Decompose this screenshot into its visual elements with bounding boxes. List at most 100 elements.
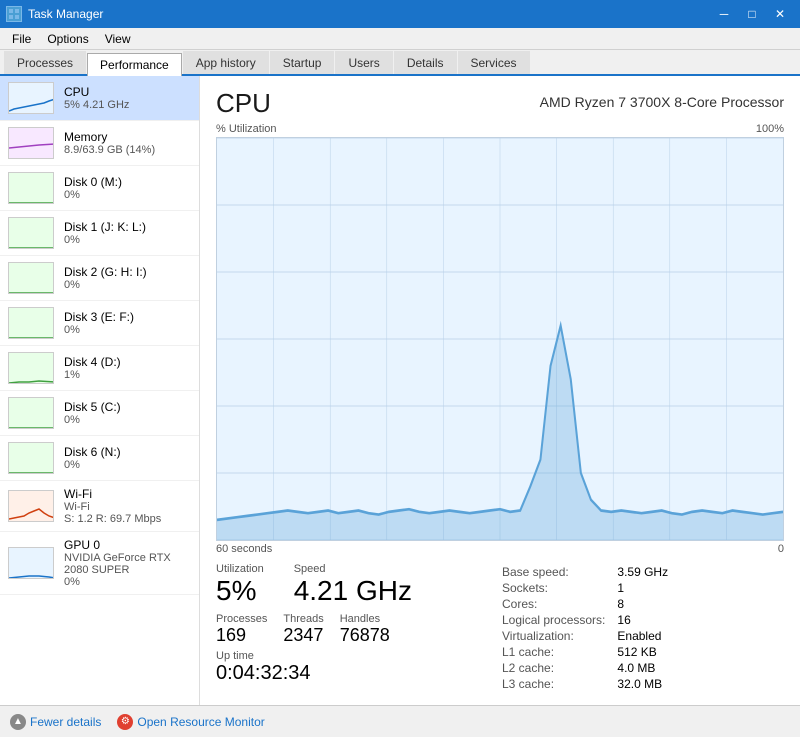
chart-time-left: 60 seconds (216, 543, 272, 555)
fewer-details-button[interactable]: ▲ Fewer details (10, 714, 101, 730)
memory-thumb (8, 127, 54, 159)
menu-bar: File Options View (0, 28, 800, 50)
tab-performance[interactable]: Performance (87, 53, 182, 76)
stat-label: L2 cache: (502, 661, 615, 675)
stat-value: 1 (617, 581, 668, 595)
sidebar-item-disk4[interactable]: Disk 4 (D:) 1% (0, 346, 199, 391)
sidebar-item-disk0[interactable]: Disk 0 (M:) 0% (0, 166, 199, 211)
close-button[interactable]: ✕ (766, 4, 794, 24)
bottom-bar: ▲ Fewer details ⚙ Open Resource Monitor (0, 705, 800, 737)
right-stat-row: L1 cache:512 KB (502, 645, 668, 659)
tab-processes[interactable]: Processes (4, 51, 86, 74)
disk1-label: Disk 1 (J: K: L:) 0% (64, 220, 146, 246)
sidebar-item-wifi[interactable]: Wi-Fi Wi-Fi S: 1.2 R: 69.7 Mbps (0, 481, 199, 532)
panel-title: CPU (216, 88, 271, 119)
fewer-details-label: Fewer details (30, 715, 101, 729)
menu-file[interactable]: File (4, 30, 39, 48)
tab-app-history[interactable]: App history (183, 51, 269, 74)
speed-value: 4.21 GHz (294, 575, 412, 607)
title-bar: Task Manager ─ □ ✕ (0, 0, 800, 28)
right-panel: CPU AMD Ryzen 7 3700X 8-Core Processor %… (200, 76, 800, 705)
processes-value: 169 (216, 625, 267, 646)
stat-label: Logical processors: (502, 613, 615, 627)
right-stats-table: Base speed:3.59 GHzSockets:1Cores:8Logic… (500, 563, 670, 693)
stats-left: Utilization 5% Speed 4.21 GHz Processes … (216, 563, 500, 693)
panel-subtitle: AMD Ryzen 7 3700X 8-Core Processor (540, 94, 784, 110)
sidebar-item-disk5[interactable]: Disk 5 (C:) 0% (0, 391, 199, 436)
sidebar-item-cpu[interactable]: CPU 5% 4.21 GHz (0, 76, 199, 121)
processes-label: Processes (216, 613, 267, 625)
disk4-thumb (8, 352, 54, 384)
chart-svg (217, 138, 783, 540)
gpu0-thumb (8, 547, 54, 579)
sidebar-item-disk6[interactable]: Disk 6 (N:) 0% (0, 436, 199, 481)
stat-label: Base speed: (502, 565, 615, 579)
gpu0-label: GPU 0 NVIDIA GeForce RTX 2080 SUPER 0% (64, 538, 191, 588)
right-stat-row: Base speed:3.59 GHz (502, 565, 668, 579)
window-controls: ─ □ ✕ (710, 4, 794, 24)
fewer-details-icon: ▲ (10, 714, 26, 730)
handles-label: Handles (340, 613, 390, 625)
disk2-label: Disk 2 (G: H: I:) 0% (64, 265, 147, 291)
disk3-label: Disk 3 (E: F:) 0% (64, 310, 134, 336)
minimize-button[interactable]: ─ (710, 4, 738, 24)
wifi-label: Wi-Fi Wi-Fi S: 1.2 R: 69.7 Mbps (64, 487, 161, 525)
memory-label: Memory 8.9/63.9 GB (14%) (64, 130, 155, 156)
disk3-thumb (8, 307, 54, 339)
right-stat-row: Logical processors:16 (502, 613, 668, 627)
stats-right: Base speed:3.59 GHzSockets:1Cores:8Logic… (500, 563, 784, 693)
threads-label: Threads (283, 613, 323, 625)
stat-label: Virtualization: (502, 629, 615, 643)
cpu-thumb (8, 82, 54, 114)
open-resource-monitor-label: Open Resource Monitor (137, 715, 264, 729)
handles-value: 76878 (340, 625, 390, 646)
wifi-thumb (8, 490, 54, 522)
disk2-thumb (8, 262, 54, 294)
utilization-label: Utilization (216, 563, 264, 575)
stat-value: 3.59 GHz (617, 565, 668, 579)
right-stat-row: Virtualization:Enabled (502, 629, 668, 643)
right-stat-row: Sockets:1 (502, 581, 668, 595)
chart-labels: % Utilization 100% (216, 123, 784, 135)
sidebar-item-gpu0[interactable]: GPU 0 NVIDIA GeForce RTX 2080 SUPER 0% (0, 532, 199, 595)
uptime-label: Up time (216, 650, 500, 662)
sidebar: CPU 5% 4.21 GHz Memory 8.9/63.9 GB (14%) (0, 76, 200, 705)
right-stat-row: L3 cache:32.0 MB (502, 677, 668, 691)
sidebar-item-disk1[interactable]: Disk 1 (J: K: L:) 0% (0, 211, 199, 256)
sidebar-item-memory[interactable]: Memory 8.9/63.9 GB (14%) (0, 121, 199, 166)
tab-users[interactable]: Users (335, 51, 392, 74)
uptime-value: 0:04:32:34 (216, 662, 500, 685)
speed-label: Speed (294, 563, 412, 575)
disk5-thumb (8, 397, 54, 429)
sidebar-item-disk2[interactable]: Disk 2 (G: H: I:) 0% (0, 256, 199, 301)
sidebar-item-disk3[interactable]: Disk 3 (E: F:) 0% (0, 301, 199, 346)
open-resource-monitor-button[interactable]: ⚙ Open Resource Monitor (117, 714, 264, 730)
threads-value: 2347 (283, 625, 323, 646)
panel-header: CPU AMD Ryzen 7 3700X 8-Core Processor (216, 88, 784, 119)
right-stat-row: Cores:8 (502, 597, 668, 611)
cpu-chart (216, 137, 784, 541)
stat-value: 4.0 MB (617, 661, 668, 675)
window-title: Task Manager (28, 7, 103, 21)
stat-value: 512 KB (617, 645, 668, 659)
maximize-button[interactable]: □ (738, 4, 766, 24)
disk0-thumb (8, 172, 54, 204)
app-icon (6, 6, 22, 22)
disk5-label: Disk 5 (C:) 0% (64, 400, 121, 426)
tab-bar: Processes Performance App history Startu… (0, 50, 800, 76)
stat-label: Cores: (502, 597, 615, 611)
chart-time-right: 0 (778, 543, 784, 555)
tab-startup[interactable]: Startup (270, 51, 335, 74)
tab-details[interactable]: Details (394, 51, 457, 74)
chart-time-row: 60 seconds 0 (216, 543, 784, 555)
resource-monitor-icon: ⚙ (117, 714, 133, 730)
stat-label: Sockets: (502, 581, 615, 595)
stat-value: Enabled (617, 629, 668, 643)
stats-section: Utilization 5% Speed 4.21 GHz Processes … (216, 563, 784, 693)
menu-view[interactable]: View (97, 30, 139, 48)
stat-value: 8 (617, 597, 668, 611)
chart-label-right: 100% (756, 123, 784, 135)
tab-services[interactable]: Services (458, 51, 530, 74)
stat-value: 32.0 MB (617, 677, 668, 691)
menu-options[interactable]: Options (39, 30, 96, 48)
